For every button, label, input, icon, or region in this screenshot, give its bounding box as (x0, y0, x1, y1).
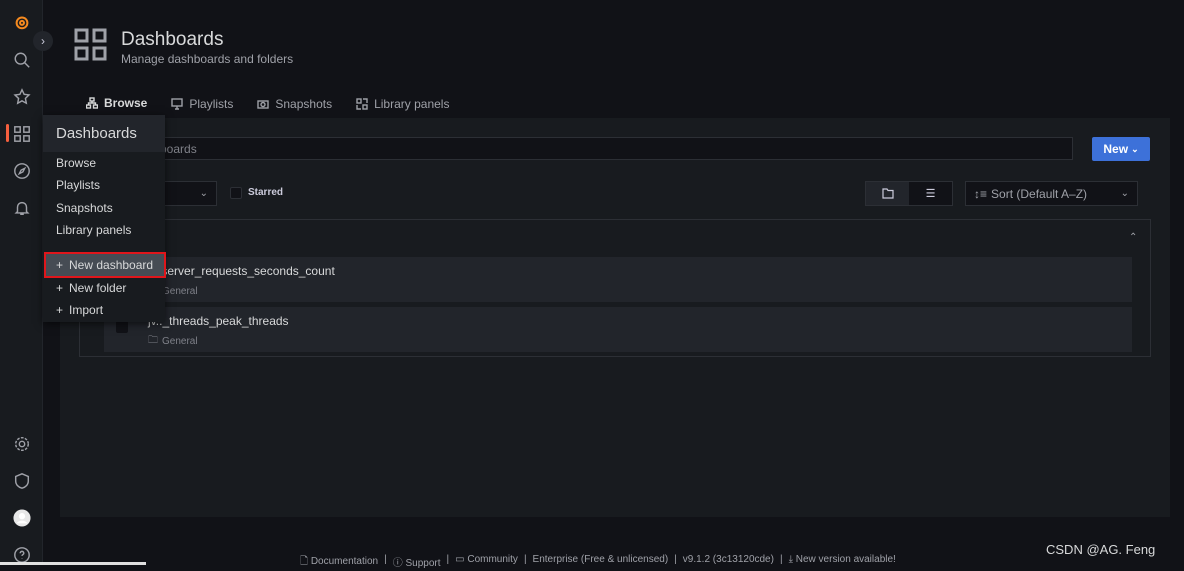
sort-select[interactable]: ↕≡ Sort (Default A–Z) ⌄ (965, 181, 1138, 206)
footer-license-link[interactable]: Enterprise (Free & unlicensed) (533, 554, 669, 571)
footer-documentation-link[interactable]: 🗋 Documentation (300, 554, 378, 571)
menu-title: Dashboards (43, 115, 165, 152)
starred-checkbox[interactable] (230, 187, 242, 199)
footer-version: v9.1.2 (3c13120cde) (682, 554, 774, 565)
expand-sidebar-button[interactable]: › (33, 31, 53, 51)
sidebar (0, 0, 43, 565)
folder-icon: 🗀 (148, 335, 158, 346)
dashboards-icon[interactable] (11, 123, 33, 145)
avatar[interactable] (11, 507, 33, 529)
compass-icon[interactable] (11, 160, 33, 182)
presentation-icon (171, 98, 184, 110)
library-panels-icon (356, 98, 368, 110)
dashboard-row[interactable]: p_server_requests_seconds_count 🗀General (104, 257, 1132, 302)
sitemap-icon (86, 97, 98, 109)
folder-icon (881, 188, 894, 199)
dashboard-row[interactable]: jv.._threads_peak_threads 🗀 General (104, 307, 1132, 352)
chevron-up-icon[interactable]: ⌃ (1129, 232, 1137, 243)
page-title: Dashboards (121, 29, 224, 50)
plus-icon: + (56, 281, 64, 295)
footer-support-link[interactable]: ⓘ Support (393, 554, 441, 571)
menu-item-new-folder[interactable]: + New folder (46, 277, 164, 299)
menu-item-new-dashboard[interactable]: + New dashboard (44, 252, 166, 278)
dashboards-header-icon (74, 28, 107, 61)
camera-icon (257, 100, 270, 109)
tab-playlists[interactable]: Playlists (159, 94, 245, 118)
starred-label: Starred (248, 187, 284, 198)
menu-item-library-panels[interactable]: Library panels (56, 223, 131, 237)
search-input[interactable] (80, 137, 1073, 160)
list-view-button[interactable]: ☰ (909, 182, 952, 205)
footer-update-link[interactable]: ⤓ New version available! (789, 554, 896, 571)
shield-icon[interactable] (11, 470, 33, 492)
tab-snapshots[interactable]: Snapshots (245, 94, 344, 118)
plus-icon: + (56, 258, 64, 272)
menu-item-playlists[interactable]: Playlists (56, 178, 100, 192)
footer-community-link[interactable]: ▭ Community (455, 554, 518, 571)
chevron-down-icon: ⌄ (1120, 188, 1129, 199)
star-icon[interactable] (11, 86, 33, 108)
chevron-down-icon: ⌄ (1131, 143, 1139, 154)
menu-item-browse[interactable]: Browse (56, 156, 96, 170)
dashboards-menu: Dashboards Browse Playlists Snapshots Li… (43, 115, 166, 322)
active-indicator (6, 124, 9, 142)
grafana-logo[interactable] (11, 11, 33, 33)
search-icon[interactable] (11, 49, 33, 71)
menu-item-snapshots[interactable]: Snapshots (56, 201, 113, 215)
row-folder: 🗀General (148, 333, 198, 350)
view-toggle: ☰ (865, 181, 953, 206)
bell-icon[interactable] (11, 197, 33, 219)
tab-library-panels[interactable]: Library panels (344, 94, 461, 118)
row-checkbox[interactable] (116, 321, 128, 333)
list-icon: ☰ (925, 188, 936, 200)
new-button[interactable]: New ⌄ (1092, 137, 1150, 161)
page-subtitle: Manage dashboards and folders (121, 52, 294, 66)
gear-icon[interactable] (11, 433, 33, 455)
plus-icon: + (56, 303, 64, 317)
menu-item-import[interactable]: + Import (46, 299, 164, 321)
chevron-down-icon: ⌄ (199, 188, 208, 199)
sort-icon: ↕≡ (974, 186, 988, 201)
footer: 🗋 Documentation | ⓘ Support | ▭ Community |… (300, 554, 896, 571)
folder-view-button[interactable] (866, 182, 909, 205)
watermark: CSDN @AG. Feng (1046, 542, 1156, 557)
